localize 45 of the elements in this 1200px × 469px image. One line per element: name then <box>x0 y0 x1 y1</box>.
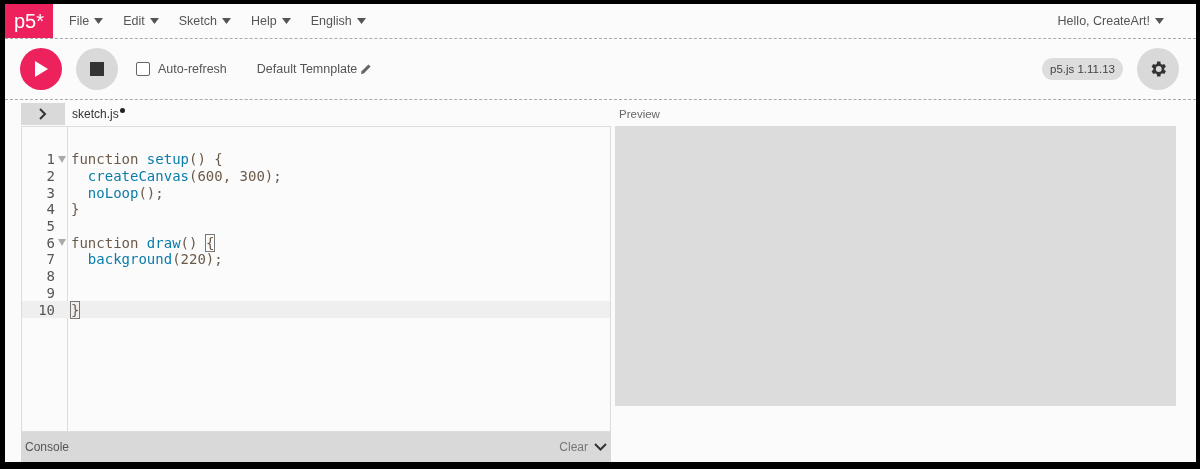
caret-icon <box>356 18 366 24</box>
preview-label: Preview <box>619 108 660 120</box>
code-text: noLoop(); <box>86 184 164 201</box>
line-number: 4 <box>45 201 55 218</box>
menu-item[interactable]: English <box>300 4 376 38</box>
sketch-name[interactable]: Default Temnplate <box>250 61 378 77</box>
logo[interactable]: p5* <box>5 4 53 38</box>
user-menu[interactable]: Hello, CreateArt! <box>1047 4 1174 38</box>
caret-icon <box>281 18 291 24</box>
line-number: 2 <box>45 168 55 185</box>
version-badge[interactable]: p5.js 1.11.13 <box>1042 58 1123 80</box>
code-text: function setup() { <box>70 151 223 168</box>
code-text: function draw() { <box>70 234 215 251</box>
stop-icon <box>90 62 104 76</box>
line-number: 9 <box>45 284 55 301</box>
code-text: createCanvas(600, 300); <box>86 168 282 185</box>
checkbox-label: Auto-refresh <box>158 62 227 76</box>
pencil-icon <box>361 64 372 74</box>
line-number: 1 <box>45 151 55 168</box>
code-text: } <box>70 201 80 218</box>
caret-icon <box>221 18 231 24</box>
caret-icon <box>1155 18 1164 24</box>
settings-button[interactable] <box>1137 48 1179 90</box>
chevron-icon[interactable] <box>594 443 607 451</box>
menu-item[interactable]: Help <box>240 4 301 38</box>
play-button[interactable] <box>20 48 62 90</box>
menu-item[interactable]: File <box>59 4 114 38</box>
line-number: 8 <box>45 268 55 285</box>
checkbox[interactable] <box>136 62 150 76</box>
play-icon <box>34 61 48 77</box>
line-number: 7 <box>45 251 55 268</box>
line-number: 6 <box>45 234 55 251</box>
stop-button[interactable] <box>76 48 118 90</box>
line-number: 5 <box>45 218 55 235</box>
caret-icon <box>94 18 104 24</box>
code-text: background(220); <box>86 251 223 268</box>
menu-item[interactable]: Sketch <box>168 4 241 38</box>
line-number: 10 <box>37 301 55 318</box>
code-text: } <box>70 301 80 318</box>
console-label: Console <box>25 440 70 454</box>
menu-item[interactable]: Edit <box>113 4 169 38</box>
caret-icon <box>149 18 159 24</box>
file-tab[interactable]: sketch.js <box>72 107 125 121</box>
sidebar-toggle[interactable] <box>21 103 65 125</box>
line-number: 3 <box>45 184 55 201</box>
